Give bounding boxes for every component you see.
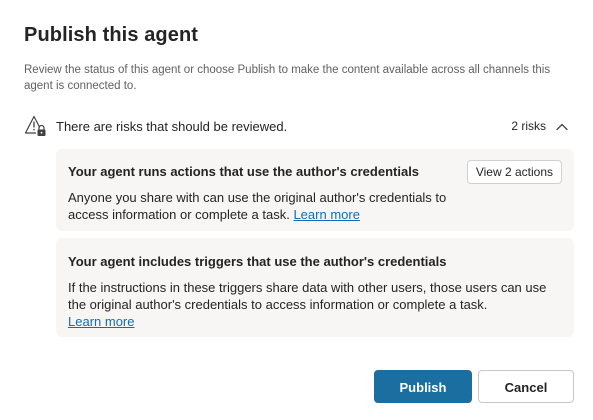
risk-card-title: Your agent runs actions that use the aut… [68, 164, 420, 179]
risk-summary-text: There are risks that should be reviewed. [56, 119, 288, 134]
learn-more-link[interactable]: Learn more [293, 207, 359, 222]
risk-card-triggers: Your agent includes triggers that use th… [56, 238, 574, 337]
risk-card-title: Your agent includes triggers that use th… [68, 254, 447, 269]
risk-count: 2 risks [511, 119, 546, 133]
publish-button[interactable]: Publish [374, 370, 472, 403]
risk-card-body-text: If the instructions in these triggers sh… [68, 280, 547, 312]
publish-agent-dialog: Publish this agent Review the status of … [0, 0, 593, 420]
warning-lock-icon [24, 114, 48, 138]
dialog-title: Publish this agent [24, 24, 199, 46]
risk-card-body-text: Anyone you share with can use the origin… [68, 190, 447, 222]
collapse-risks-button[interactable] [552, 117, 572, 137]
cancel-button[interactable]: Cancel [478, 370, 574, 403]
risk-summary-header: There are risks that should be reviewed.… [24, 114, 572, 140]
risk-card-body: Anyone you share with can use the origin… [68, 189, 468, 223]
chevron-up-icon [556, 123, 568, 131]
risk-card-body: If the instructions in these triggers sh… [68, 279, 563, 330]
learn-more-link[interactable]: Learn more [68, 314, 134, 329]
risk-card-actions: Your agent runs actions that use the aut… [56, 149, 574, 231]
dialog-description: Review the status of this agent or choos… [24, 64, 551, 92]
view-actions-button[interactable]: View 2 actions [466, 160, 562, 184]
